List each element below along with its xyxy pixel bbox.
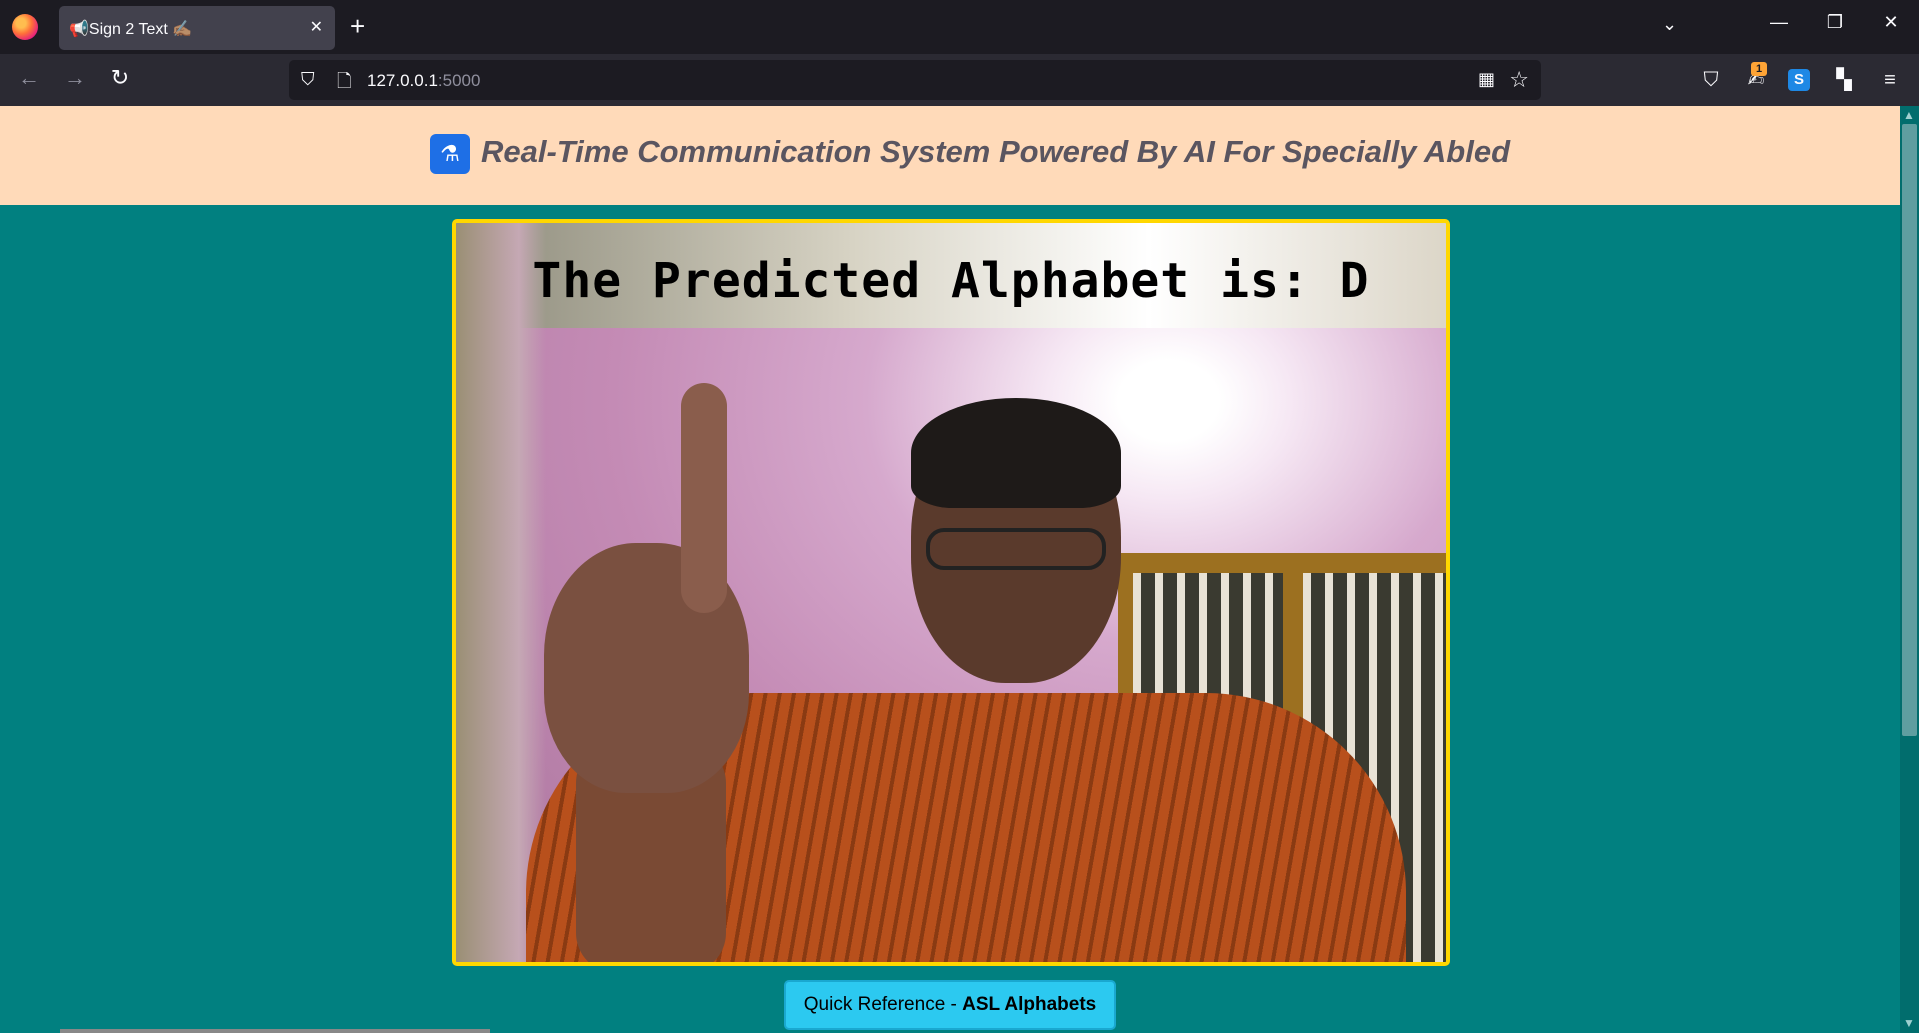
scroll-up-icon[interactable]: ▲ [1903, 108, 1915, 122]
page-info-icon[interactable]: 🗋 [337, 69, 351, 99]
reload-icon[interactable]: ↻ [105, 66, 135, 90]
s-extension-icon[interactable]: S [1788, 69, 1810, 91]
horizontal-scrollbar[interactable] [60, 1029, 490, 1033]
quick-reference-button[interactable]: Quick Reference - ASL Alphabets [784, 980, 1116, 1030]
close-window-icon[interactable]: ✕ [1876, 12, 1906, 33]
browser-tab[interactable]: 📢Sign 2 Text ✍🏽 ✕ [59, 6, 335, 50]
restore-icon[interactable]: ❐ [1820, 12, 1850, 33]
tab-title: 📢Sign 2 Text ✍🏽 [69, 21, 193, 38]
page-body: ⚗ Real-Time Communication System Powered… [0, 106, 1900, 1033]
qr-code-icon[interactable]: ▦ [1478, 69, 1495, 90]
shield-icon[interactable]: ⛉ [301, 69, 321, 91]
extension-badge: 1 [1751, 62, 1767, 76]
vertical-scrollbar[interactable]: ▲ ▼ [1900, 106, 1919, 1033]
url-bar[interactable]: ⛉ 🗋 127.0.0.1:5000 ▦ ☆ [289, 60, 1541, 100]
scrollbar-thumb[interactable] [1902, 124, 1917, 736]
browser-navbar: ← → ↻ ⛉ 🗋 127.0.0.1:5000 ▦ ☆ ⛉ ✍ S ▚ ≡ [0, 54, 1919, 106]
extensions-grid-icon[interactable]: ▚ [1830, 66, 1858, 94]
pocket-icon[interactable]: ⛉ [1697, 66, 1725, 94]
video-feed: The Predicted Alphabet is: D [452, 219, 1450, 966]
page-header: ⚗ Real-Time Communication System Powered… [0, 106, 1900, 205]
menu-icon[interactable]: ≡ [1876, 66, 1904, 94]
tab-list-chevron-icon[interactable]: ⌄ [1662, 14, 1677, 35]
bookmark-star-icon[interactable]: ☆ [1509, 67, 1529, 93]
firefox-logo-icon[interactable] [12, 14, 38, 40]
new-tab-button[interactable]: + [350, 12, 365, 40]
reference-button-prefix: Quick Reference - [803, 994, 963, 1015]
page-title: Real-Time Communication System Powered B… [481, 134, 1511, 169]
flask-icon: ⚗ [430, 134, 470, 174]
scroll-down-icon[interactable]: ▼ [1903, 1016, 1915, 1030]
webcam-image [456, 223, 1446, 962]
prediction-text: The Predicted Alphabet is: D [532, 253, 1370, 309]
tab-close-icon[interactable]: ✕ [310, 17, 323, 37]
reference-button-bold: ASL Alphabets [962, 994, 1097, 1015]
browser-tabbar: 📢Sign 2 Text ✍🏽 ✕ + ⌄ — ❐ ✕ [0, 0, 1919, 54]
forward-icon[interactable]: → [60, 66, 90, 90]
url-text[interactable]: 127.0.0.1:5000 [367, 71, 480, 91]
minimize-icon[interactable]: — [1764, 12, 1794, 33]
back-icon[interactable]: ← [14, 66, 44, 90]
